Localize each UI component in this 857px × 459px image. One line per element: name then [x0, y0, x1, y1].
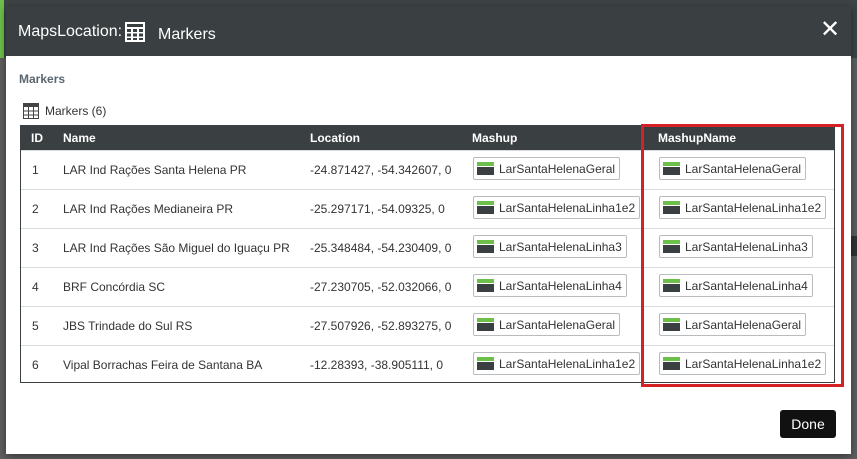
mashupname-label: LarSantaHelenaLinha1e2 — [685, 200, 822, 215]
table-row[interactable]: 5 JBS Trindade do Sul RS -27.507926, -52… — [21, 306, 834, 345]
mashupname-link[interactable]: LarSantaHelenaLinha4 — [659, 274, 813, 297]
mashupname-link[interactable]: LarSantaHelenaLinha3 — [659, 235, 813, 258]
mashup-link[interactable]: LarSantaHelenaGeral — [473, 313, 621, 336]
dialog-header: MapsLocation: Markers ✕ — [6, 6, 851, 56]
mashup-icon — [477, 240, 494, 253]
cell-id: 2 — [32, 202, 39, 216]
mashup-icon — [663, 240, 680, 253]
markers-grid: ID Name Location Mashup MashupName 1 LAR… — [20, 125, 835, 383]
cell-location: -25.297171, -54.09325, 0 — [310, 202, 445, 216]
mashupname-label: LarSantaHelenaLinha4 — [685, 278, 808, 293]
mashup-link[interactable]: LarSantaHelenaGeral — [473, 157, 621, 180]
mashupname-label: LarSantaHelenaLinha1e2 — [685, 356, 822, 371]
mashup-label: LarSantaHelenaGeral — [499, 317, 616, 332]
mashupname-label: LarSantaHelenaGeral — [685, 161, 802, 176]
column-header-mashup[interactable]: Mashup — [472, 131, 517, 145]
column-header-mashupname[interactable]: MashupName — [658, 131, 736, 145]
table-row[interactable]: 1 LAR Ind Rações Santa Helena PR -24.871… — [21, 150, 834, 189]
close-icon[interactable]: ✕ — [820, 18, 840, 42]
mashup-icon — [477, 201, 494, 214]
cell-location: -25.348484, -54.230409, 0 — [310, 241, 452, 255]
markers-dialog: MapsLocation: Markers ✕ Markers Markers … — [6, 6, 851, 454]
mashupname-link[interactable]: LarSantaHelenaLinha1e2 — [659, 352, 827, 375]
cell-id: 1 — [32, 163, 39, 177]
column-header-name[interactable]: Name — [63, 131, 96, 145]
dialog-title: MapsLocation: — [18, 23, 123, 40]
mashupname-link[interactable]: LarSantaHelenaGeral — [659, 313, 807, 336]
mashup-link[interactable]: LarSantaHelenaLinha3 — [473, 235, 627, 258]
mashup-label: LarSantaHelenaLinha1e2 — [499, 356, 636, 371]
table-icon — [23, 103, 39, 124]
cell-id: 3 — [32, 241, 39, 255]
mashup-icon — [477, 162, 494, 175]
cell-name: JBS Trindade do Sul RS — [63, 319, 193, 333]
background-accent-bar — [0, 0, 4, 58]
mashup-label: LarSantaHelenaLinha1e2 — [499, 200, 636, 215]
mashup-icon — [663, 357, 680, 370]
cell-id: 6 — [32, 358, 39, 372]
mashup-link[interactable]: LarSantaHelenaLinha4 — [473, 274, 627, 297]
cell-name: LAR Ind Rações Santa Helena PR — [63, 163, 247, 177]
cell-location: -24.871427, -54.342607, 0 — [310, 163, 452, 177]
table-row[interactable]: 2 LAR Ind Rações Medianeira PR -25.29717… — [21, 189, 834, 228]
mashup-icon — [477, 357, 494, 370]
table-row[interactable]: 3 LAR Ind Rações São Miguel do Iguaçu PR… — [21, 228, 834, 267]
mashup-icon — [663, 279, 680, 292]
mashup-icon — [663, 318, 680, 331]
table-row[interactable]: 6 Vipal Borrachas Feira de Santana BA -1… — [21, 345, 834, 382]
mashup-icon — [663, 201, 680, 214]
table-icon — [124, 21, 146, 48]
mashup-icon — [477, 279, 494, 292]
mashup-icon — [663, 162, 680, 175]
mashupname-label: LarSantaHelenaLinha3 — [685, 239, 808, 254]
mashupname-link[interactable]: LarSantaHelenaLinha1e2 — [659, 196, 827, 219]
cell-name: Vipal Borrachas Feira de Santana BA — [63, 358, 263, 372]
cell-location: -27.507926, -52.893275, 0 — [310, 319, 452, 333]
mashup-label: LarSantaHelenaGeral — [499, 161, 616, 176]
cell-location: -27.230705, -52.032066, 0 — [310, 280, 452, 294]
cell-location: -12.28393, -38.905111, 0 — [310, 358, 443, 372]
mashupname-link[interactable]: LarSantaHelenaGeral — [659, 157, 807, 180]
mashup-link[interactable]: LarSantaHelenaLinha1e2 — [473, 196, 641, 219]
grid-header: ID Name Location Mashup MashupName — [21, 126, 834, 150]
dialog-subtitle: Markers — [158, 26, 216, 43]
cell-id: 4 — [32, 280, 39, 294]
grid-caption: Markers (6) — [45, 104, 107, 118]
section-title: Markers — [19, 72, 66, 86]
mashup-link[interactable]: LarSantaHelenaLinha1e2 — [473, 352, 641, 375]
table-row[interactable]: 4 BRF Concórdia SC -27.230705, -52.03206… — [21, 267, 834, 306]
column-header-location[interactable]: Location — [310, 131, 360, 145]
column-header-id[interactable]: ID — [31, 131, 43, 145]
cell-id: 5 — [32, 319, 39, 333]
done-button[interactable]: Done — [780, 410, 836, 438]
mashup-label: LarSantaHelenaLinha3 — [499, 239, 622, 254]
mashup-label: LarSantaHelenaLinha4 — [499, 278, 622, 293]
mashupname-label: LarSantaHelenaGeral — [685, 317, 802, 332]
cell-name: LAR Ind Rações Medianeira PR — [63, 202, 234, 216]
mashup-icon — [477, 318, 494, 331]
cell-name: BRF Concórdia SC — [63, 280, 166, 294]
background-fragment — [851, 236, 857, 256]
cell-name: LAR Ind Rações São Miguel do Iguaçu PR — [63, 241, 290, 255]
